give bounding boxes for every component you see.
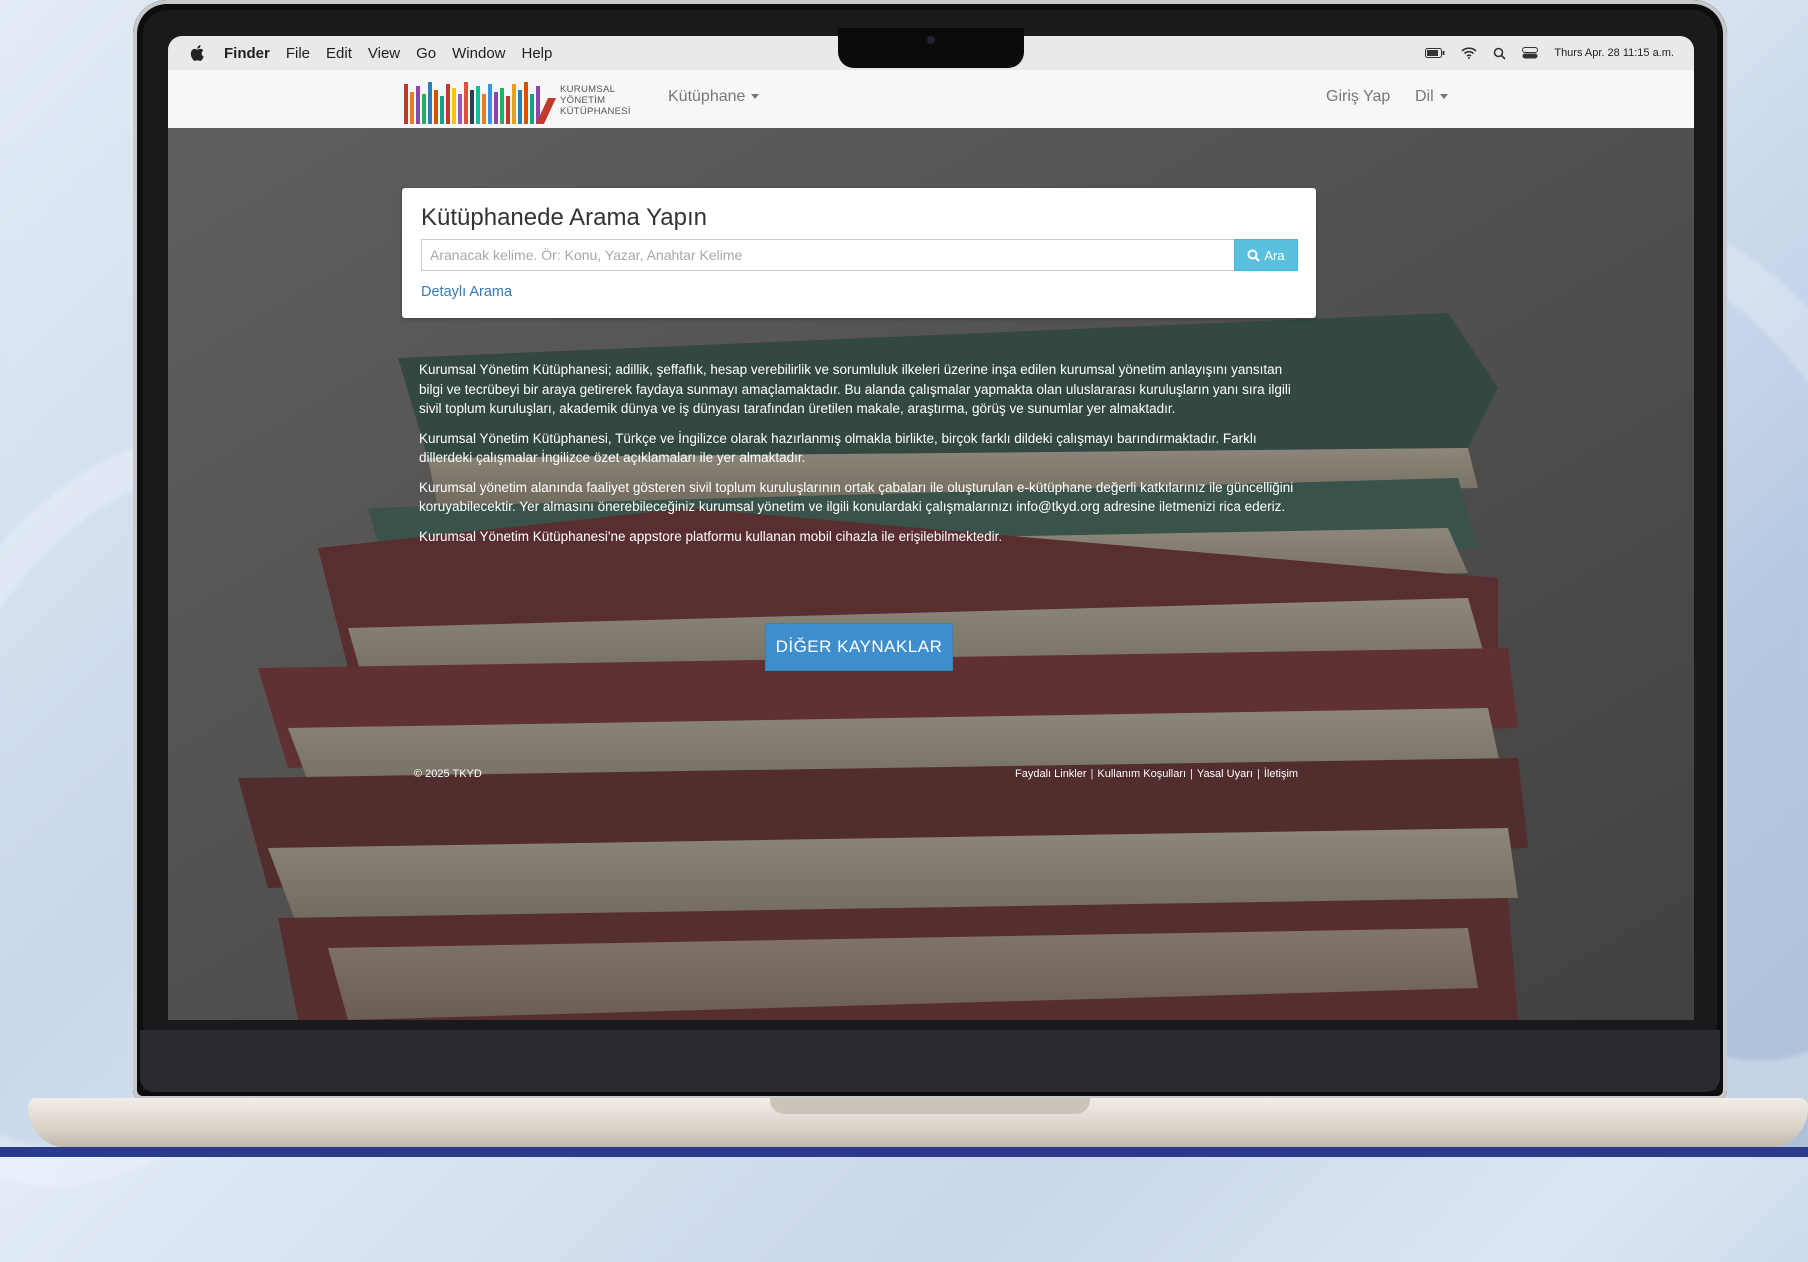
menubar-status-area: Thurs Apr. 28 11:15 a.m. bbox=[1425, 36, 1674, 70]
footer-link-terms[interactable]: Kullanım Koşulları bbox=[1097, 768, 1186, 780]
caret-down-icon bbox=[751, 94, 760, 100]
caret-down-icon bbox=[1439, 94, 1448, 100]
footer-separator: | bbox=[1190, 768, 1193, 780]
search-button-label: Ara bbox=[1264, 247, 1285, 263]
logo-line-3: KÜTÜPHANESİ bbox=[560, 105, 631, 117]
advanced-search-link[interactable]: Detaylı Arama bbox=[421, 284, 512, 300]
language-dropdown-label: Dil bbox=[1415, 88, 1434, 105]
logo-text: KURUMSAL YÖNETİM KÜTÜPHANESİ bbox=[560, 84, 631, 117]
menu-edit[interactable]: Edit bbox=[326, 45, 352, 62]
menu-go[interactable]: Go bbox=[416, 45, 436, 62]
library-dropdown-label: Kütüphane bbox=[668, 88, 746, 105]
laptop-screen: Finder File Edit View Go Window Help Thu… bbox=[168, 36, 1694, 1020]
search-title: Kütüphanede Arama Yapın bbox=[421, 204, 708, 231]
laptop-opening-notch bbox=[770, 1098, 1090, 1114]
site-logo[interactable]: KURUMSAL YÖNETİM KÜTÜPHANESİ bbox=[404, 76, 644, 124]
footer-separator: | bbox=[1090, 768, 1094, 780]
footer-link-legal[interactable]: Yasal Uyarı bbox=[1197, 768, 1253, 780]
language-dropdown[interactable]: Dil bbox=[1415, 88, 1448, 106]
screen-bottom-bezel bbox=[140, 1030, 1720, 1092]
menu-finder[interactable]: Finder bbox=[224, 45, 270, 62]
about-paragraph-4: Kurumsal Yönetim Kütüphanesi'ne appstore… bbox=[419, 528, 1003, 544]
menu-help[interactable]: Help bbox=[522, 45, 553, 62]
search-button[interactable]: Ara bbox=[1234, 239, 1298, 271]
menu-window[interactable]: Window bbox=[452, 45, 505, 62]
wifi-icon[interactable] bbox=[1461, 47, 1477, 59]
logo-line-2: YÖNETİM bbox=[560, 94, 606, 106]
footer-copyright: © 2025 TKYD bbox=[414, 768, 482, 780]
logo-line-1: KURUMSAL bbox=[560, 83, 616, 95]
footer-links: Faydalı Linkler | Kullanım Koşulları | Y… bbox=[1015, 768, 1298, 780]
battery-icon[interactable] bbox=[1425, 48, 1445, 58]
search-panel: Kütüphanede Arama Yapın Ara Detaylı Aram… bbox=[402, 188, 1316, 318]
menu-view[interactable]: View bbox=[368, 45, 400, 62]
footer-link-useful-links[interactable]: Faydalı Linkler bbox=[1015, 768, 1087, 780]
about-paragraph-2: Kurumsal Yönetim Kütüphanesi, Türkçe ve … bbox=[419, 430, 1257, 466]
control-center-icon[interactable] bbox=[1522, 47, 1539, 59]
hero-section: Kütüphanede Arama Yapın Ara Detaylı Aram… bbox=[168, 128, 1694, 1020]
web-app: KURUMSAL YÖNETİM KÜTÜPHANESİ Kütüphane G… bbox=[168, 70, 1694, 1020]
about-paragraph-1: Kurumsal Yönetim Kütüphanesi; adillik, ş… bbox=[419, 362, 1291, 416]
search-input[interactable] bbox=[421, 239, 1234, 271]
apple-logo-icon[interactable] bbox=[190, 44, 206, 62]
camera-icon bbox=[927, 36, 935, 44]
more-resources-button[interactable]: DİĞER KAYNAKLAR bbox=[765, 623, 953, 671]
site-navbar: KURUMSAL YÖNETİM KÜTÜPHANESİ Kütüphane G… bbox=[168, 70, 1694, 129]
login-link[interactable]: Giriş Yap bbox=[1326, 88, 1390, 106]
search-icon bbox=[1247, 249, 1261, 262]
about-text: Kurumsal Yönetim Kütüphanesi; adillik, ş… bbox=[419, 360, 1304, 556]
search-icon[interactable] bbox=[1493, 47, 1506, 60]
footer-separator: | bbox=[1256, 768, 1260, 780]
footer-link-contact[interactable]: İletişim bbox=[1264, 768, 1298, 780]
camera-notch bbox=[838, 28, 1024, 68]
about-paragraph-3: Kurumsal yönetim alanında faaliyet göste… bbox=[419, 479, 1294, 515]
logo-books-graphic bbox=[404, 80, 557, 124]
library-dropdown[interactable]: Kütüphane bbox=[668, 88, 760, 106]
menu-file[interactable]: File bbox=[286, 45, 310, 62]
menubar-clock[interactable]: Thurs Apr. 28 11:15 a.m. bbox=[1554, 47, 1674, 59]
bottom-accent-strip bbox=[0, 1147, 1808, 1157]
